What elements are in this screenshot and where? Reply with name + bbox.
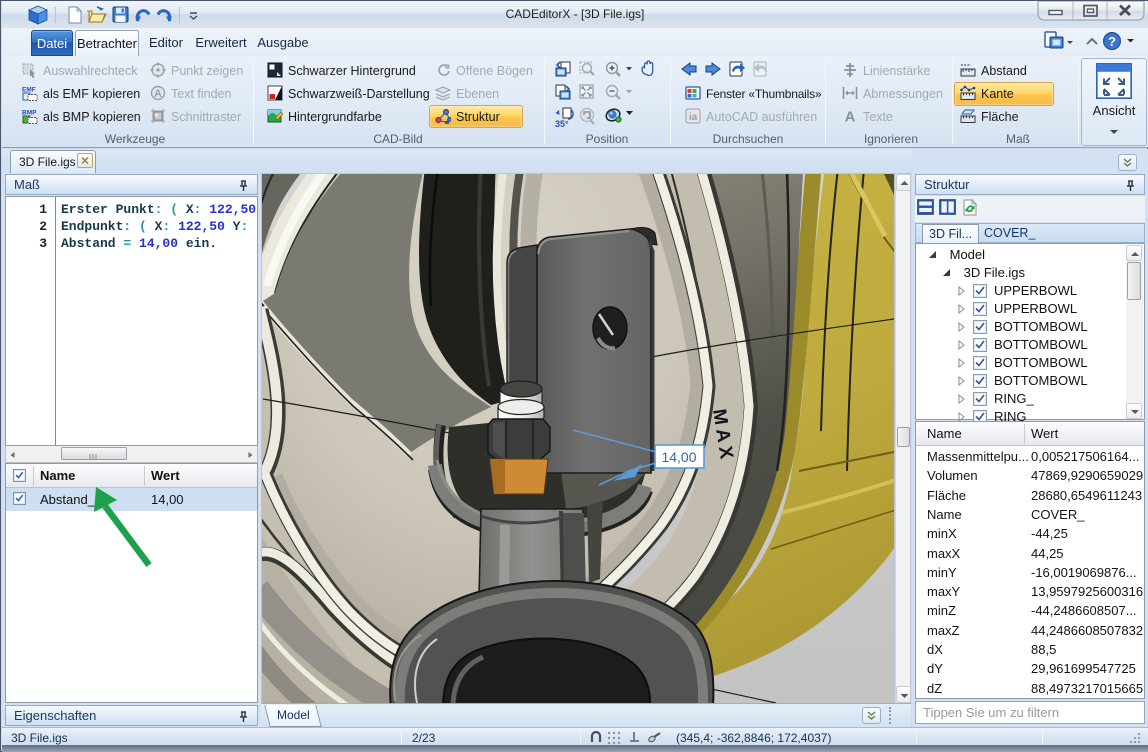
svg-text:EMF: EMF: [22, 87, 36, 94]
svg-text:ia: ia: [689, 112, 698, 123]
svg-text:?: ?: [1108, 34, 1116, 49]
svg-text:35°: 35°: [555, 119, 569, 129]
svg-text:BMP: BMP: [22, 110, 37, 117]
svg-text:A: A: [845, 109, 856, 125]
svg-text:A: A: [154, 88, 162, 100]
svg-text:14,00: 14,00: [661, 449, 696, 465]
